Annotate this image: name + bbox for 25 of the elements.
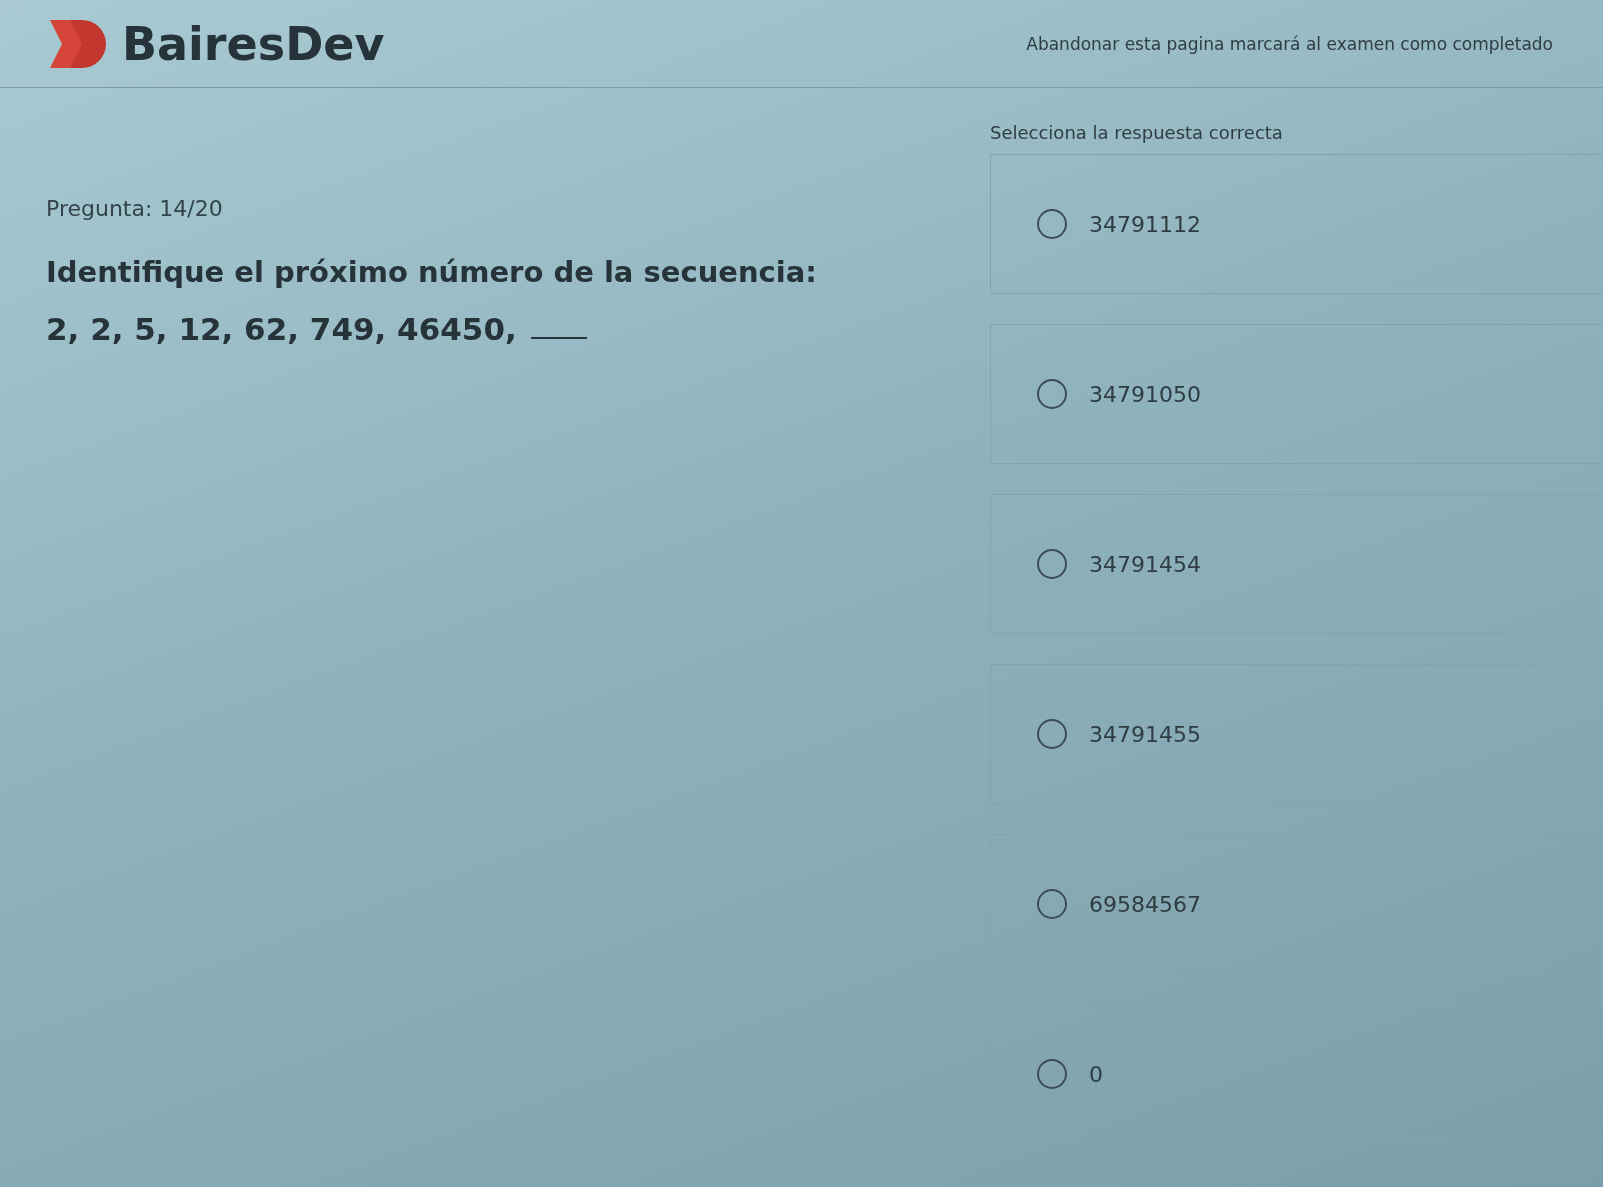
answer-option[interactable]: 34791050 <box>990 324 1603 464</box>
option-label: 34791112 <box>1089 211 1201 237</box>
radio-button[interactable] <box>1037 379 1067 409</box>
option-label: 34791455 <box>1089 721 1201 747</box>
radio-button[interactable] <box>1037 889 1067 919</box>
question-counter: Pregunta: 14/20 <box>46 196 224 221</box>
answer-option[interactable]: 34791454 <box>990 494 1603 634</box>
brand-logo: BairesDev <box>122 16 385 71</box>
question-title: Identifique el próximo número de la secuencia: <box>46 255 818 289</box>
option-label: 34791050 <box>1089 381 1201 407</box>
option-label: 69584567 <box>1089 891 1201 917</box>
exit-warning: Abandonar esta pagina marcará al examen como completado <box>1026 33 1553 54</box>
answer-option[interactable]: 0 <box>990 1004 1603 1144</box>
answer-option[interactable]: 69584567 <box>990 834 1603 974</box>
option-label: 0 <box>1089 1061 1103 1087</box>
number-sequence: 2, 2, 5, 12, 62, 749, 46450, <box>46 311 517 347</box>
logo-icon <box>48 17 108 70</box>
instruction-text: Selecciona la respuesta correcta <box>990 122 1283 143</box>
answer-option[interactable]: 34791112 <box>990 154 1603 294</box>
answer-option[interactable]: 34791455 <box>990 664 1603 804</box>
radio-button[interactable] <box>1037 719 1067 749</box>
option-label: 34791454 <box>1089 551 1201 577</box>
radio-button[interactable] <box>1037 209 1067 239</box>
radio-button[interactable] <box>1037 549 1067 579</box>
radio-button[interactable] <box>1037 1059 1067 1089</box>
